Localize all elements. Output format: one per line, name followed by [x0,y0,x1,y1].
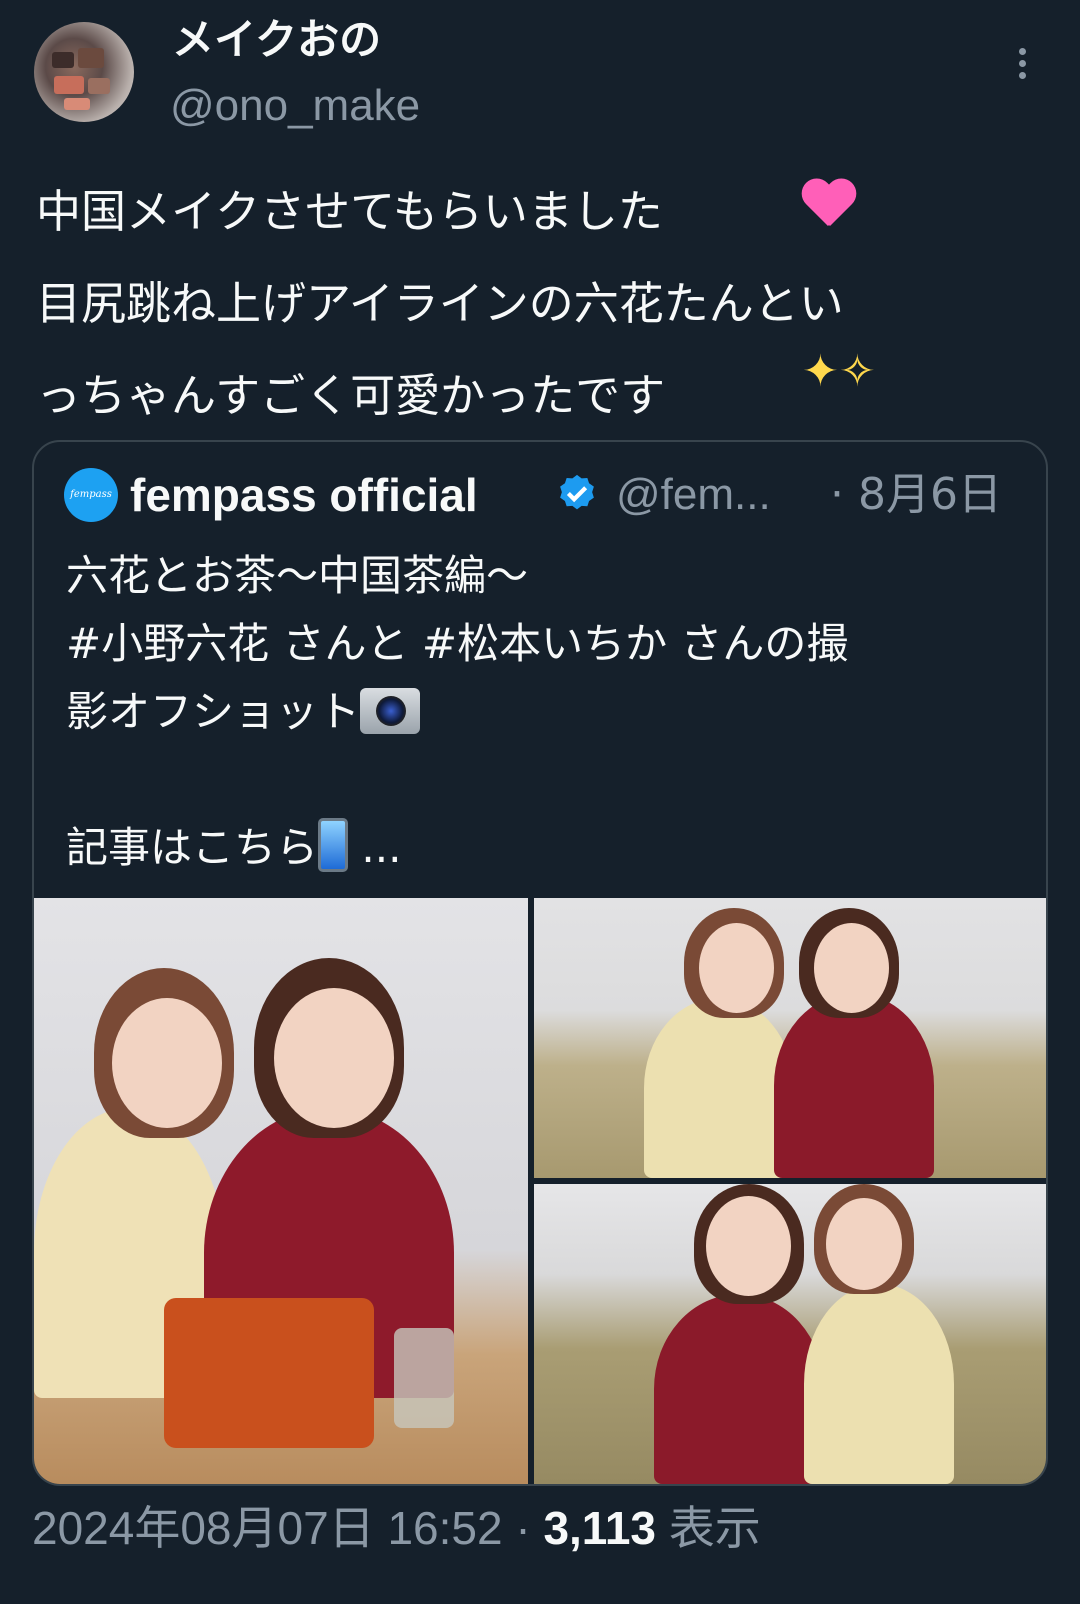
quoted-author-handle[interactable]: @fem... [616,464,771,526]
quoted-image-2[interactable] [534,898,1046,1178]
quoted-text-ellipsis: ... [348,823,402,872]
quoted-text-part2: 記事はこちら [66,823,319,872]
timestamp[interactable]: 2024年08月07日 16:52 · [32,1502,543,1554]
view-label: 表示 [656,1502,761,1554]
author-handle[interactable]: @ono_make [170,78,420,134]
quoted-text-part1: 六花とお茶〜中国茶編〜 #小野六花 さんと #松本いちか さんの撮 影オフショッ… [66,551,849,736]
avatar[interactable] [34,22,134,122]
tweet-meta: 2024年08月07日 16:52 · 3,113 表示 [32,1496,761,1560]
camera-emoji-icon [360,688,421,734]
quoted-avatar[interactable]: fempass [64,468,118,522]
verified-icon [560,474,594,510]
quoted-image-1[interactable] [34,898,528,1484]
sparkles-emoji-icon: ✦✧ [802,346,876,397]
more-icon[interactable] [1012,48,1032,88]
tweet-text: 中国メイクさせてもらいました 目尻跳ね上げアイラインの六花たんとい っちゃんすご… [36,166,1056,442]
heart-emoji-icon [800,176,858,226]
quoted-image-3[interactable] [534,1184,1046,1484]
view-count: 3,113 [543,1502,657,1554]
phone-emoji-icon [318,818,349,872]
author-name[interactable]: メイクおの [172,12,381,68]
quoted-text: 六花とお茶〜中国茶編〜 #小野六花 さんと #松本いちか さんの撮 影オフショッ… [66,542,1026,882]
quoted-author-name[interactable]: fempass official [130,464,478,526]
tweet-body: 中国メイクさせてもらいました 目尻跳ね上げアイラインの六花たんとい っちゃんすご… [36,185,844,422]
quoted-date[interactable]: · 8月6日 [830,464,1002,526]
quoted-tweet-card[interactable]: fempass fempass official @fem... · 8月6日 … [32,440,1048,1486]
